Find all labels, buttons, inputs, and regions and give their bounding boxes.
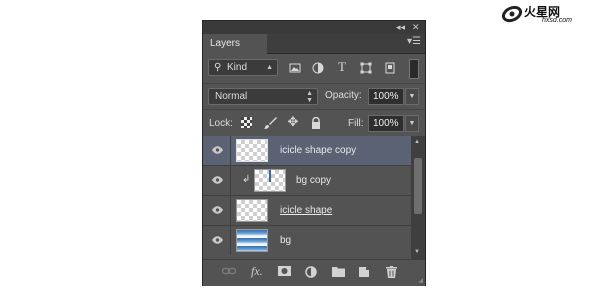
eye-icon	[212, 146, 223, 154]
scroll-down-icon[interactable]: ▼	[414, 249, 420, 255]
layer-row[interactable]: icicle shape	[203, 196, 411, 226]
logo-subtext: hxsd.com	[542, 17, 572, 24]
panel-menu-icon[interactable]: ▾☰	[407, 36, 421, 47]
layer-name[interactable]: bg	[280, 235, 291, 246]
panel-top-strip: ◂◂ ✕	[203, 21, 425, 34]
fx-icon[interactable]: fx.	[251, 264, 263, 278]
layers-panel: ◂◂ ✕ Layers ▾☰ ⚲ Kind ▲ T Normal ▲ ▼ Opa…	[202, 20, 426, 286]
logo-icon	[502, 5, 522, 23]
chevron-updown-icon: ▲ ▼	[306, 90, 313, 104]
kind-label: Kind	[227, 62, 248, 73]
brush-icon[interactable]	[264, 117, 277, 129]
type-filter-icon[interactable]: T	[336, 60, 348, 73]
search-icon: ⚲	[214, 62, 222, 73]
layer-thumbnail[interactable]	[236, 199, 268, 222]
move-icon[interactable]: ✥	[287, 115, 299, 128]
visibility-toggle[interactable]	[203, 166, 231, 195]
chevron-updown-icon: ▲	[266, 64, 273, 71]
blend-mode-value: Normal	[215, 91, 248, 102]
fill-label: Fill:	[348, 118, 364, 129]
lock-label: Lock:	[209, 118, 233, 129]
clipping-arrow-icon: ↲	[242, 174, 251, 185]
eye-icon	[212, 176, 223, 184]
visibility-toggle[interactable]	[203, 196, 231, 225]
watermark-logo: 火星网 hxsd.com	[502, 4, 594, 24]
opacity-field[interactable]: 100%	[368, 88, 404, 105]
image-filter-icon[interactable]	[289, 62, 301, 74]
layer-thumbnail[interactable]	[254, 169, 286, 192]
opacity-dropdown[interactable]: ▼	[405, 88, 419, 105]
link-icon[interactable]	[221, 266, 237, 280]
layers-toolbar: fx. ◢	[203, 259, 425, 286]
eye-icon	[212, 206, 223, 214]
collapse-icon[interactable]: ◂◂	[396, 21, 405, 34]
eye-icon	[212, 236, 223, 244]
blend-mode-select[interactable]: Normal ▲ ▼	[208, 88, 318, 105]
fill-field[interactable]: 100%	[368, 115, 404, 132]
lock-row: Lock: ✥ Fill: 100% ▼	[203, 109, 425, 136]
layer-name[interactable]: icicle shape copy	[280, 145, 356, 156]
layer-name[interactable]: bg copy	[296, 175, 331, 186]
filter-row: ⚲ Kind ▲ T	[203, 54, 425, 82]
close-icon[interactable]: ✕	[412, 21, 420, 34]
opacity-label: Opacity:	[325, 90, 362, 101]
scrollbar-thumb[interactable]	[414, 158, 422, 214]
visibility-toggle[interactable]	[203, 226, 231, 255]
trash-icon[interactable]	[386, 266, 397, 282]
mask-icon[interactable]	[278, 266, 291, 280]
resize-grip-icon[interactable]: ◢	[418, 277, 423, 284]
filter-toggle[interactable]	[409, 59, 419, 79]
layer-thumbnail[interactable]	[236, 229, 268, 252]
layers-scrollbar[interactable]: ▲ ▼	[411, 136, 425, 259]
layer-row[interactable]: bg	[203, 226, 411, 256]
tab-layers[interactable]: Layers	[203, 34, 267, 54]
smartobject-filter-icon[interactable]	[384, 62, 396, 74]
folder-icon[interactable]	[332, 266, 345, 281]
scroll-up-icon[interactable]: ▲	[414, 139, 420, 145]
tab-bar: Layers ▾☰	[203, 34, 425, 54]
layer-name[interactable]: icicle shape	[280, 205, 332, 216]
layer-row[interactable]: ↲ bg copy	[203, 166, 411, 196]
visibility-toggle[interactable]	[203, 136, 231, 165]
fill-dropdown[interactable]: ▼	[405, 115, 419, 132]
blend-row: Normal ▲ ▼ Opacity: 100% ▼	[203, 83, 425, 108]
new-layer-icon[interactable]	[358, 266, 370, 282]
kind-select[interactable]: ⚲ Kind ▲	[208, 59, 278, 76]
layer-thumbnail[interactable]	[236, 139, 268, 162]
lock-transparent-icon[interactable]	[240, 117, 252, 129]
adjustment-filter-icon[interactable]	[312, 62, 324, 74]
layers-list: icicle shape copy ↲ bg copy icicle shape	[203, 136, 411, 259]
layer-row[interactable]: icicle shape copy	[203, 136, 411, 166]
shape-filter-icon[interactable]	[360, 62, 372, 74]
adjustment-icon[interactable]	[305, 266, 318, 282]
lock-icon[interactable]	[310, 116, 322, 129]
thumbnail-content	[269, 170, 271, 182]
